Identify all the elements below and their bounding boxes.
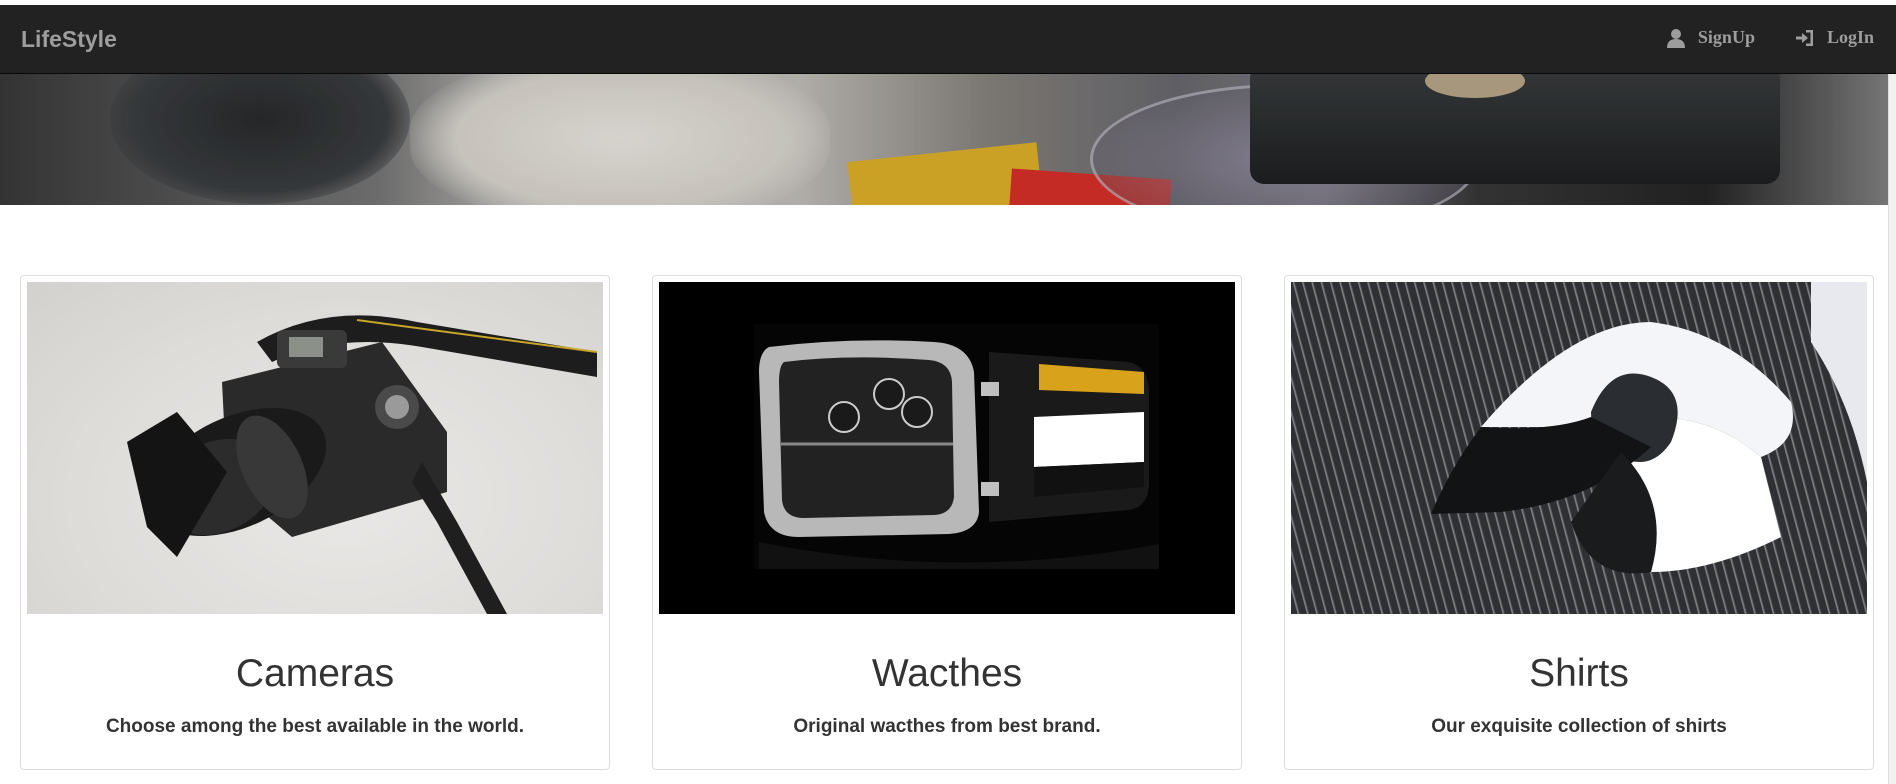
login-label: LogIn [1826, 27, 1874, 47]
signup-link[interactable]: SignUp [1666, 27, 1755, 48]
signup-label: SignUp [1697, 27, 1755, 47]
nav-right: SignUp LogIn [1666, 27, 1874, 48]
watch-image[interactable] [659, 282, 1235, 614]
brand-link[interactable]: LifeStyle [21, 26, 117, 53]
product-card-watches[interactable]: Wacthes Original wacthes from best brand… [652, 275, 1242, 770]
shirt-image[interactable] [1291, 282, 1867, 614]
camera-image[interactable] [27, 282, 603, 614]
login-icon [1795, 29, 1813, 46]
camera-illustration [127, 315, 598, 614]
shirt-illustration [1431, 282, 1867, 574]
product-card-shirts[interactable]: Shirts Our exquisite collection of shirt… [1284, 275, 1874, 770]
watch-illustration [754, 324, 1159, 569]
product-title: Shirts [1529, 652, 1629, 695]
banner-image [0, 74, 1896, 205]
product-title: Wacthes [871, 652, 1023, 695]
product-description: Our exquisite collection of shirts [1431, 716, 1727, 737]
navbar: LifeStyle SignUp LogIn [0, 5, 1896, 74]
product-title: Cameras [235, 652, 395, 695]
banner-shade [0, 74, 1896, 205]
product-description: Original wacthes from best brand. [793, 716, 1101, 737]
product-card-cameras[interactable]: Cameras Choose among the best available … [20, 275, 610, 770]
login-link[interactable]: LogIn [1795, 27, 1874, 48]
product-description: Choose among the best available in the w… [105, 716, 525, 737]
user-icon [1666, 28, 1685, 48]
scrollbar[interactable] [1888, 74, 1896, 784]
